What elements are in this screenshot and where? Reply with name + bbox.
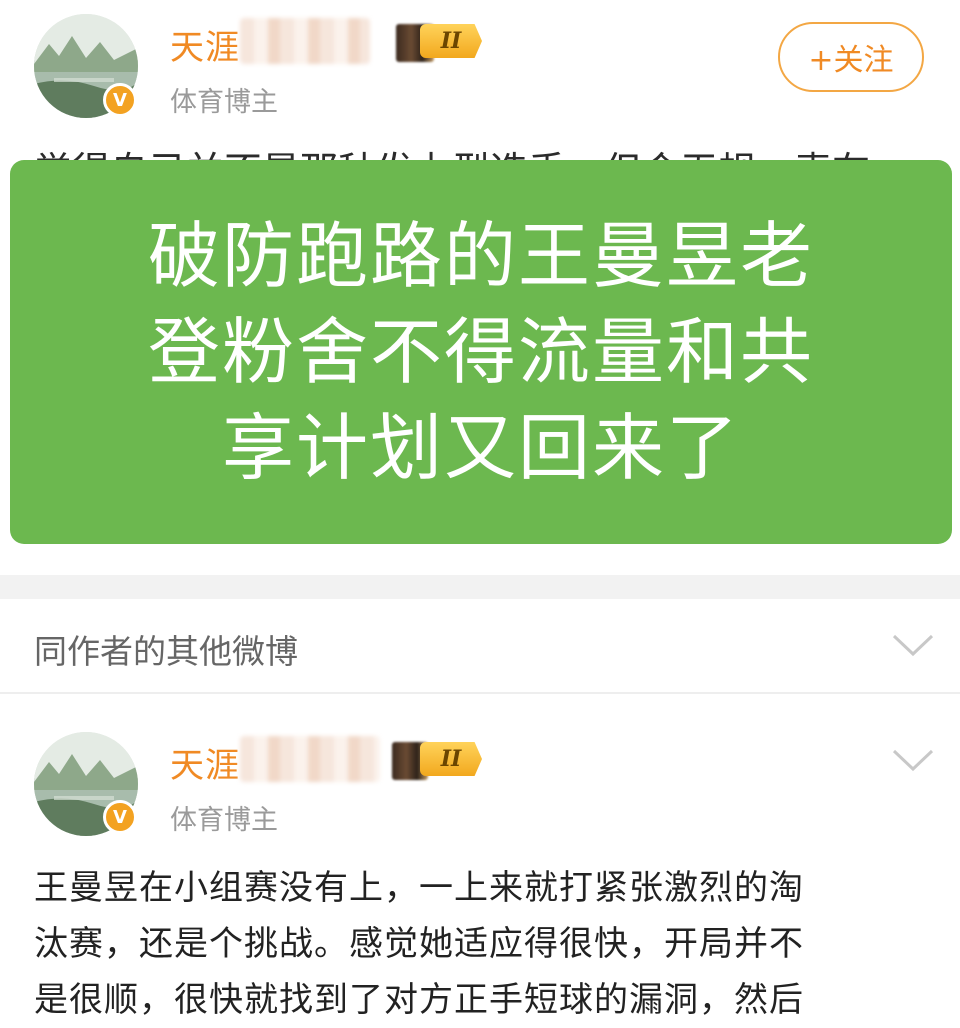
chevron-down-icon[interactable]: [890, 630, 936, 660]
overlay-caption-text: 破防跑路的王曼昱老 登粉舍不得流量和共 享计划又回来了: [46, 208, 916, 496]
verified-v-icon: V: [103, 83, 137, 117]
follow-button[interactable]: +关注: [778, 22, 924, 92]
overlay-line: 享计划又回来了: [221, 406, 740, 490]
section-separator: [0, 575, 960, 599]
level-badge-icon: II: [420, 742, 482, 776]
section-title[interactable]: 同作者的其他微博: [34, 625, 298, 673]
blurred-username-part: [240, 18, 370, 64]
username[interactable]: 天涯: [170, 738, 240, 787]
overlay-caption-box: 破防跑路的王曼昱老 登粉舍不得流量和共 享计划又回来了: [10, 160, 952, 544]
username[interactable]: 天涯: [170, 20, 240, 69]
post-body[interactable]: 王曼昱在小组赛没有上，一上来就打紧张激烈的淘 汰赛，还是个挑战。感觉她适应得很快…: [34, 860, 804, 1028]
user-subtitle: 体育博主: [170, 805, 278, 836]
overlay-line: 登粉舍不得流量和共: [147, 310, 814, 394]
post-line: 王曼昱在小组赛没有上，一上来就打紧张激烈的淘: [34, 868, 804, 908]
overlay-line: 破防跑路的王曼昱老: [147, 214, 814, 298]
verified-v-icon: V: [103, 800, 137, 834]
level-badge-icon: II: [420, 24, 482, 58]
blurred-username-part: [240, 736, 380, 782]
chevron-down-icon[interactable]: [890, 745, 936, 775]
section-divider: [0, 692, 960, 694]
user-subtitle: 体育博主: [170, 87, 278, 118]
post-line: 汰赛，还是个挑战。感觉她适应得很快，开局并不: [34, 924, 804, 964]
